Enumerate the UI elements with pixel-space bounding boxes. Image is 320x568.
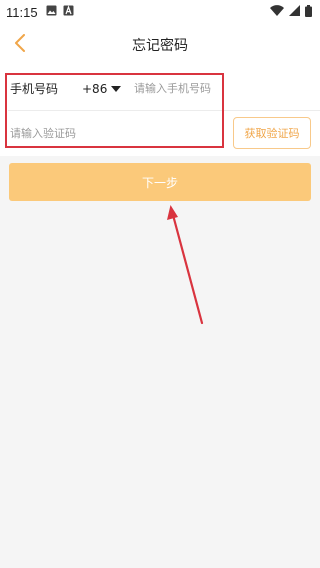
country-code-select[interactable]: +86 — [82, 81, 122, 96]
annotation-arrow-shaft — [171, 213, 204, 325]
next-step-button[interactable]: 下一步 — [9, 163, 311, 201]
phone-label: 手机号码 — [10, 82, 59, 96]
page-title: 忘记密码 — [132, 38, 188, 54]
get-code-button[interactable]: 获取验证码 — [233, 117, 311, 149]
status-time: 11:15 — [6, 4, 38, 20]
caret-down-icon — [111, 85, 122, 92]
status-left-icons — [46, 5, 74, 19]
image-icon — [46, 5, 57, 19]
phone-row: 手机号码 +86 — [0, 66, 320, 111]
country-code-value: +86 — [82, 81, 108, 96]
status-bar: 11:15 — [0, 0, 320, 24]
a-letter-icon — [63, 5, 74, 19]
battery-icon — [305, 4, 312, 20]
cellular-signal-icon — [289, 5, 300, 19]
status-right-icons — [270, 4, 312, 20]
verification-code-input[interactable] — [10, 127, 210, 140]
code-row: 获取验证码 — [0, 111, 320, 156]
nav-bar: 忘记密码 — [0, 24, 320, 66]
back-button[interactable] — [8, 33, 32, 57]
wifi-icon — [270, 5, 284, 19]
form-card: 手机号码 +86 获取验证码 — [0, 66, 320, 156]
annotation-arrow-head — [167, 205, 178, 220]
phone-input[interactable] — [134, 82, 224, 95]
chevron-left-icon — [14, 34, 26, 56]
